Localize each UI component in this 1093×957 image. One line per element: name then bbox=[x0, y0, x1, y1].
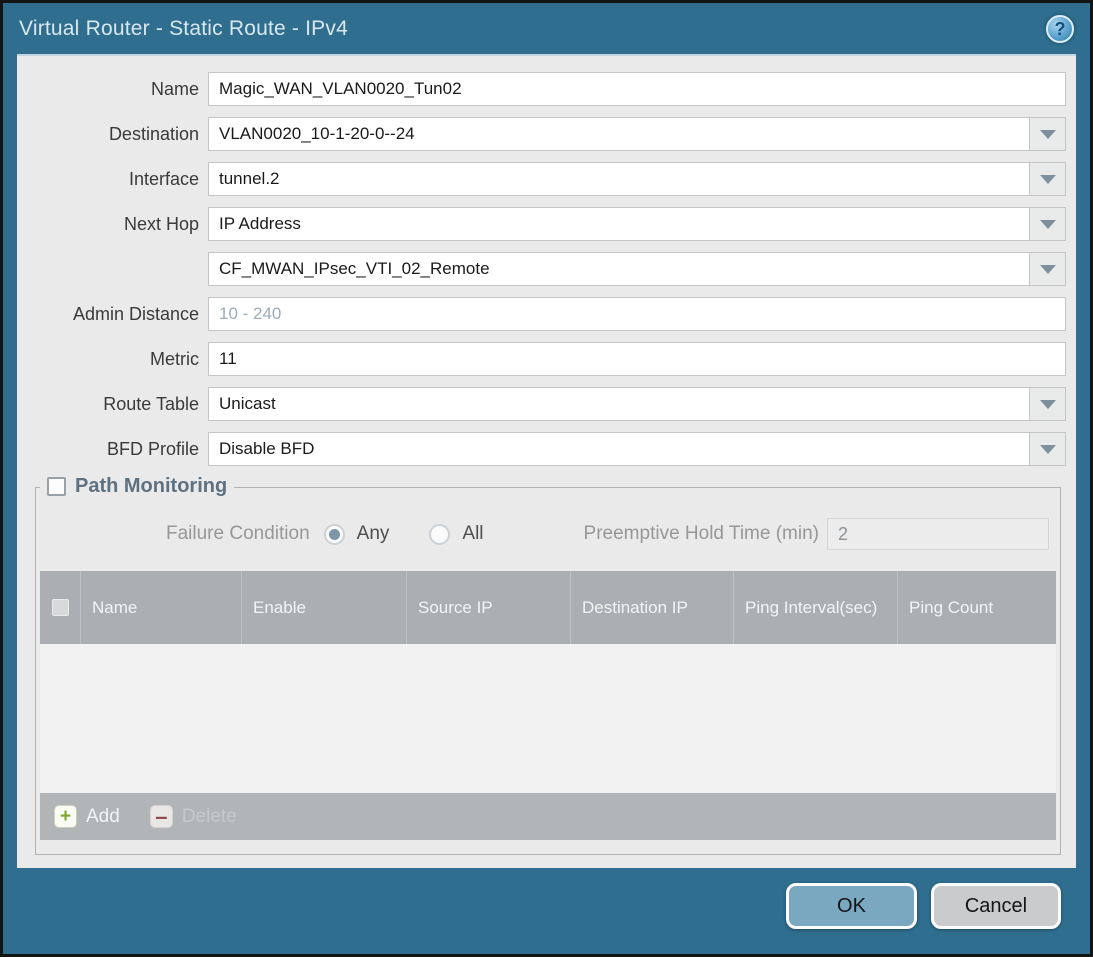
table-header-source-ip[interactable]: Source IP bbox=[406, 571, 570, 644]
route-table-dropdown-button[interactable] bbox=[1029, 387, 1066, 421]
route-table-field-wrap bbox=[208, 387, 1066, 421]
static-route-form: Name Destination Interface bbox=[17, 56, 1076, 466]
destination-field-wrap bbox=[208, 117, 1066, 151]
admin-distance-field-wrap bbox=[208, 297, 1066, 331]
form-row-interface: Interface bbox=[17, 162, 1066, 196]
destination-dropdown-button[interactable] bbox=[1029, 117, 1066, 151]
name-field-wrap bbox=[208, 72, 1066, 106]
cancel-button[interactable]: Cancel bbox=[931, 883, 1061, 929]
path-monitoring-section: Path Monitoring Failure Condition Any Al… bbox=[35, 487, 1061, 855]
chevron-down-icon bbox=[1040, 445, 1056, 454]
next-hop-address-input[interactable] bbox=[208, 252, 1066, 286]
path-monitoring-table: Name Enable Source IP Destination IP Pin… bbox=[40, 571, 1056, 840]
next-hop-type-field-wrap bbox=[208, 207, 1066, 241]
form-row-next-hop-address bbox=[17, 252, 1066, 286]
path-monitoring-title: Path Monitoring bbox=[75, 475, 227, 498]
static-route-dialog: Virtual Router - Static Route - IPv4 ? N… bbox=[0, 0, 1093, 957]
interface-dropdown-button[interactable] bbox=[1029, 162, 1066, 196]
chevron-down-icon bbox=[1040, 265, 1056, 274]
failure-condition-all-radio[interactable] bbox=[429, 524, 450, 545]
form-row-name: Name bbox=[17, 72, 1066, 106]
interface-field-wrap bbox=[208, 162, 1066, 196]
form-row-admin-distance: Admin Distance bbox=[17, 297, 1066, 331]
form-row-route-table: Route Table bbox=[17, 387, 1066, 421]
select-all-checkbox[interactable] bbox=[52, 599, 69, 616]
route-table-input[interactable] bbox=[208, 387, 1066, 421]
table-header-destination-ip[interactable]: Destination IP bbox=[570, 571, 733, 644]
dialog-title: Virtual Router - Static Route - IPv4 bbox=[19, 17, 348, 41]
failure-condition-any-radio[interactable] bbox=[324, 524, 345, 545]
bfd-profile-dropdown-button[interactable] bbox=[1029, 432, 1066, 466]
delete-button[interactable]: – Delete bbox=[150, 805, 237, 828]
failure-condition-any-label: Any bbox=[357, 523, 390, 545]
bfd-profile-label: BFD Profile bbox=[17, 439, 208, 460]
destination-input[interactable] bbox=[208, 117, 1066, 151]
table-header-ping-interval[interactable]: Ping Interval(sec) bbox=[733, 571, 897, 644]
form-row-metric: Metric bbox=[17, 342, 1066, 376]
table-body-empty bbox=[40, 644, 1056, 793]
form-row-destination: Destination bbox=[17, 117, 1066, 151]
admin-distance-input[interactable] bbox=[208, 297, 1066, 331]
bfd-profile-field-wrap bbox=[208, 432, 1066, 466]
form-row-bfd-profile: BFD Profile bbox=[17, 432, 1066, 466]
name-label: Name bbox=[17, 79, 208, 100]
bfd-profile-input[interactable] bbox=[208, 432, 1066, 466]
table-header-ping-count[interactable]: Ping Count bbox=[897, 571, 1056, 644]
next-hop-address-dropdown-button[interactable] bbox=[1029, 252, 1066, 286]
form-row-next-hop: Next Hop bbox=[17, 207, 1066, 241]
next-hop-label: Next Hop bbox=[17, 214, 208, 235]
table-toolbar: + Add – Delete bbox=[40, 793, 1056, 840]
delete-button-label: Delete bbox=[182, 806, 237, 828]
interface-input[interactable] bbox=[208, 162, 1066, 196]
metric-field-wrap bbox=[208, 342, 1066, 376]
dialog-content: Name Destination Interface bbox=[17, 54, 1076, 868]
name-input[interactable] bbox=[208, 72, 1066, 106]
next-hop-type-input[interactable] bbox=[208, 207, 1066, 241]
preemptive-hold-time-label: Preemptive Hold Time (min) bbox=[584, 523, 819, 545]
destination-label: Destination bbox=[17, 124, 208, 145]
failure-condition-all-label: All bbox=[462, 523, 483, 545]
chevron-down-icon bbox=[1040, 220, 1056, 229]
failure-condition-row: Failure Condition Any All Preemptive Hol… bbox=[40, 516, 1056, 552]
next-hop-address-field-wrap bbox=[208, 252, 1066, 286]
table-header-enable[interactable]: Enable bbox=[241, 571, 406, 644]
failure-condition-label: Failure Condition bbox=[166, 523, 310, 545]
preemptive-hold-time-input[interactable] bbox=[827, 518, 1049, 550]
metric-input[interactable] bbox=[208, 342, 1066, 376]
table-header-row: Name Enable Source IP Destination IP Pin… bbox=[40, 571, 1056, 644]
route-table-label: Route Table bbox=[17, 394, 208, 415]
help-icon[interactable]: ? bbox=[1046, 15, 1074, 43]
chevron-down-icon bbox=[1040, 130, 1056, 139]
plus-icon: + bbox=[54, 805, 77, 828]
table-header-name[interactable]: Name bbox=[80, 571, 241, 644]
next-hop-type-dropdown-button[interactable] bbox=[1029, 207, 1066, 241]
chevron-down-icon bbox=[1040, 400, 1056, 409]
minus-icon: – bbox=[150, 805, 173, 828]
chevron-down-icon bbox=[1040, 175, 1056, 184]
add-button[interactable]: + Add bbox=[54, 805, 120, 828]
admin-distance-label: Admin Distance bbox=[17, 304, 208, 325]
ok-button[interactable]: OK bbox=[786, 883, 917, 929]
add-button-label: Add bbox=[86, 806, 120, 828]
metric-label: Metric bbox=[17, 349, 208, 370]
path-monitoring-checkbox[interactable] bbox=[47, 477, 66, 496]
path-monitoring-legend: Path Monitoring bbox=[40, 475, 234, 498]
table-header-select-all bbox=[40, 571, 80, 644]
dialog-titlebar: Virtual Router - Static Route - IPv4 ? bbox=[3, 3, 1090, 55]
interface-label: Interface bbox=[17, 169, 208, 190]
